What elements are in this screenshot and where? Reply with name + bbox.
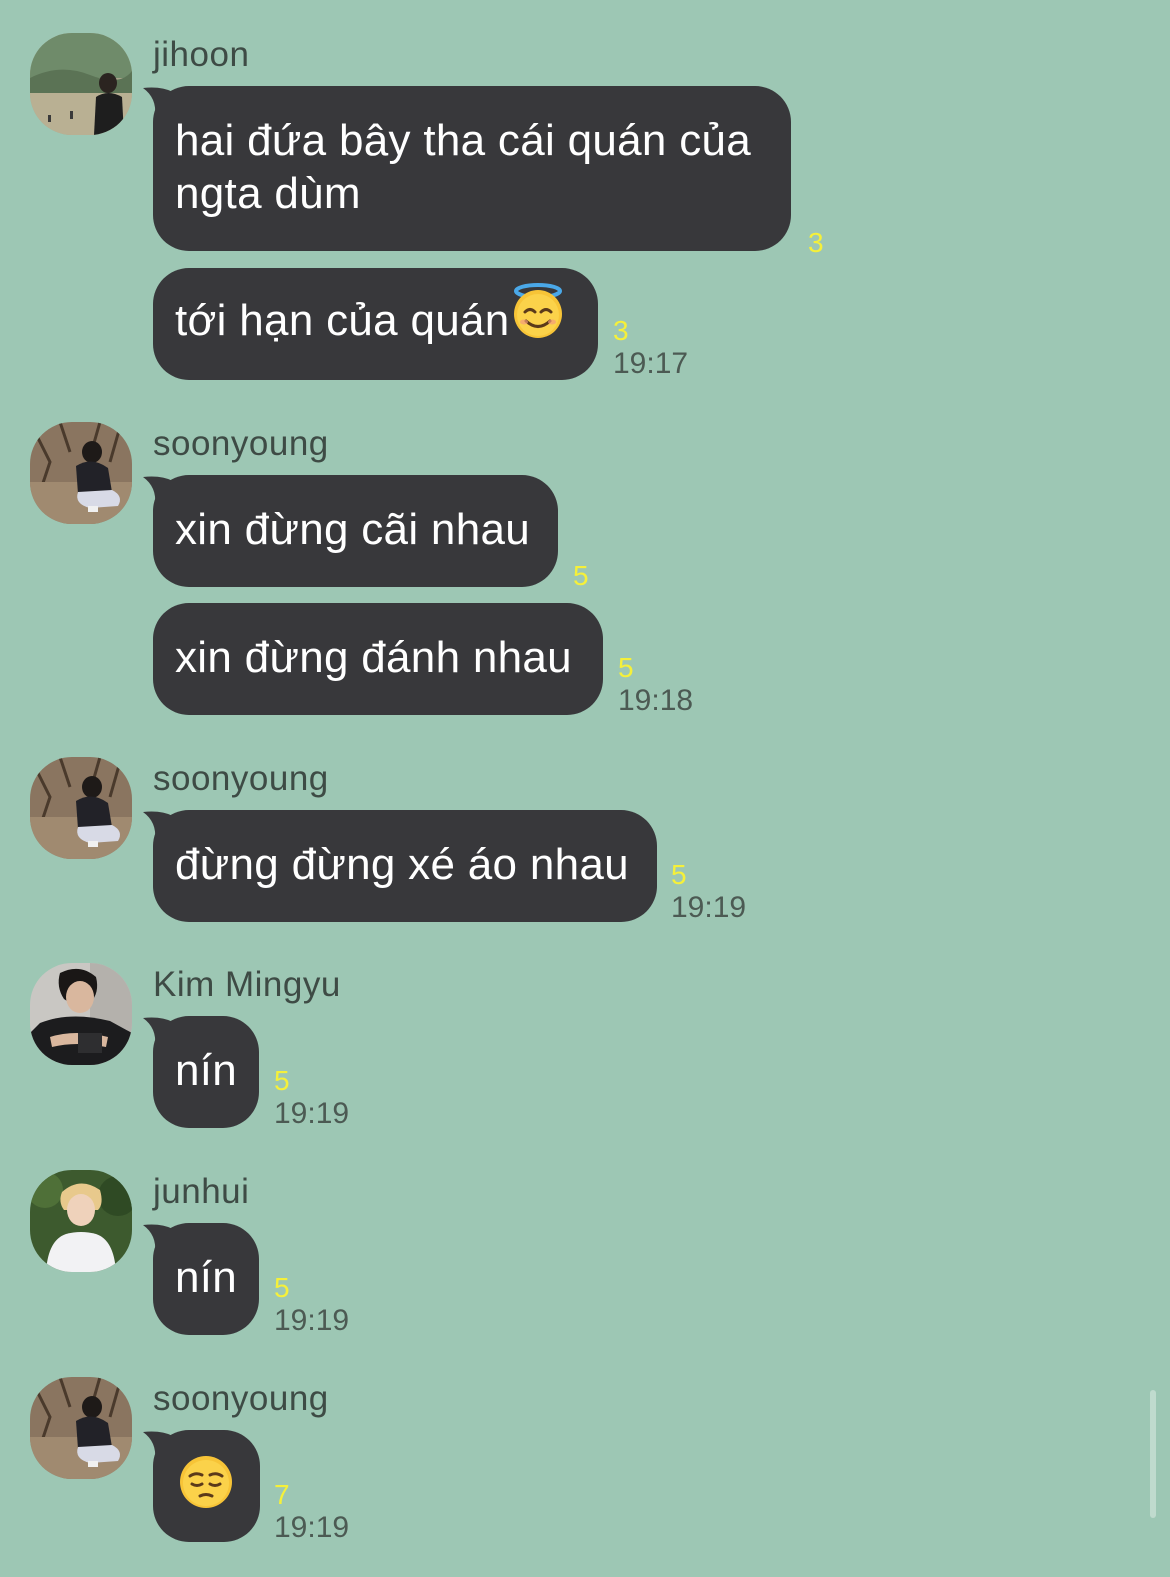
sender-name: soonyoung (153, 759, 329, 798)
message-bubble[interactable]: nín (143, 1223, 259, 1335)
message-text-line: ngta dùm (175, 169, 361, 218)
message-meta: 5 19:19 (274, 1273, 349, 1339)
halo-smile-emoji-icon (510, 282, 566, 352)
message: nín 5 19:19 (143, 1223, 349, 1337)
message-text: xin đừng đánh nhau (175, 633, 572, 682)
bubble-tail (143, 1224, 173, 1253)
sender-name: junhui (153, 1172, 250, 1211)
message-meta: 5 19:18 (618, 653, 693, 719)
jihoon-avatar[interactable] (30, 33, 132, 135)
timestamp: 19:19 (274, 1304, 350, 1337)
unread-count: 5 (573, 560, 589, 591)
timestamp: 19:19 (274, 1097, 350, 1130)
message: đừng đừng xé áo nhau 5 19:19 (143, 810, 746, 924)
unread-count: 7 (274, 1479, 290, 1510)
message: 7 19:19 (143, 1430, 349, 1544)
message-text: nín (175, 1046, 238, 1095)
timestamp: 19:18 (618, 684, 694, 717)
message: xin đừng cãi nhau 5 (143, 475, 589, 591)
bubble-tail (143, 1017, 173, 1046)
bubble-tail (143, 1431, 173, 1460)
pensive-face-emoji-icon (178, 1454, 234, 1522)
message-text: xin đừng cãi nhau (175, 505, 531, 554)
timestamp: 19:19 (671, 891, 747, 924)
message-bubble[interactable]: xin đừng cãi nhau (143, 475, 558, 587)
unread-count: 5 (274, 1065, 290, 1096)
timestamp: 19:17 (613, 347, 689, 380)
message-bubble[interactable]: nín (143, 1016, 259, 1128)
message-bubble[interactable]: xin đừng đánh nhau (153, 603, 603, 715)
bubble-tail (143, 476, 173, 505)
junhui-avatar[interactable] (30, 1170, 132, 1272)
unread-count: 5 (274, 1272, 290, 1303)
message-meta: 3 19:17 (613, 316, 688, 382)
soonyoung-avatar[interactable] (30, 422, 132, 524)
timestamp: 19:19 (274, 1511, 350, 1544)
message-text: đừng đừng xé áo nhau (175, 840, 629, 889)
message-meta: 7 19:19 (274, 1480, 349, 1546)
message: nín 5 19:19 (143, 1016, 349, 1130)
message-bubble[interactable]: đừng đừng xé áo nhau (143, 810, 657, 922)
sender-name: Kim Mingyu (153, 965, 341, 1004)
unread-count: 3 (808, 227, 824, 258)
message-text-line: hai đứa bây tha cái quán của (175, 116, 752, 165)
message: xin đừng đánh nhau 5 19:18 (153, 603, 693, 717)
message-meta: 5 19:19 (671, 860, 746, 926)
message-meta: 5 19:19 (274, 1066, 349, 1132)
message-text: nín (175, 1253, 238, 1302)
unread-count: 3 (613, 315, 629, 346)
message-meta: 5 (573, 561, 589, 591)
unread-count: 5 (618, 652, 634, 683)
message-bubble[interactable] (143, 1430, 260, 1542)
sender-name: jihoon (153, 35, 250, 74)
message-text: tới hạn của quán (175, 296, 510, 345)
message: hai đứa bây tha cái quán của ngta dùm 3 (143, 86, 824, 258)
soonyoung-avatar[interactable] (30, 1377, 132, 1479)
soonyoung-avatar[interactable] (30, 757, 132, 859)
message-bubble[interactable]: tới hạn của quán (153, 268, 598, 380)
message-bubble[interactable]: hai đứa bây tha cái quán của ngta dùm (143, 86, 791, 251)
message-meta: 3 (808, 228, 824, 258)
unread-count: 5 (671, 859, 687, 890)
bubble-tail (143, 811, 173, 840)
message: tới hạn của quán 3 19:17 (153, 268, 688, 380)
bubble-tail (143, 87, 173, 116)
mingyu-avatar[interactable] (30, 963, 132, 1065)
scrollbar-thumb[interactable] (1150, 1390, 1156, 1518)
sender-name: soonyoung (153, 424, 329, 463)
sender-name: soonyoung (153, 1379, 329, 1418)
